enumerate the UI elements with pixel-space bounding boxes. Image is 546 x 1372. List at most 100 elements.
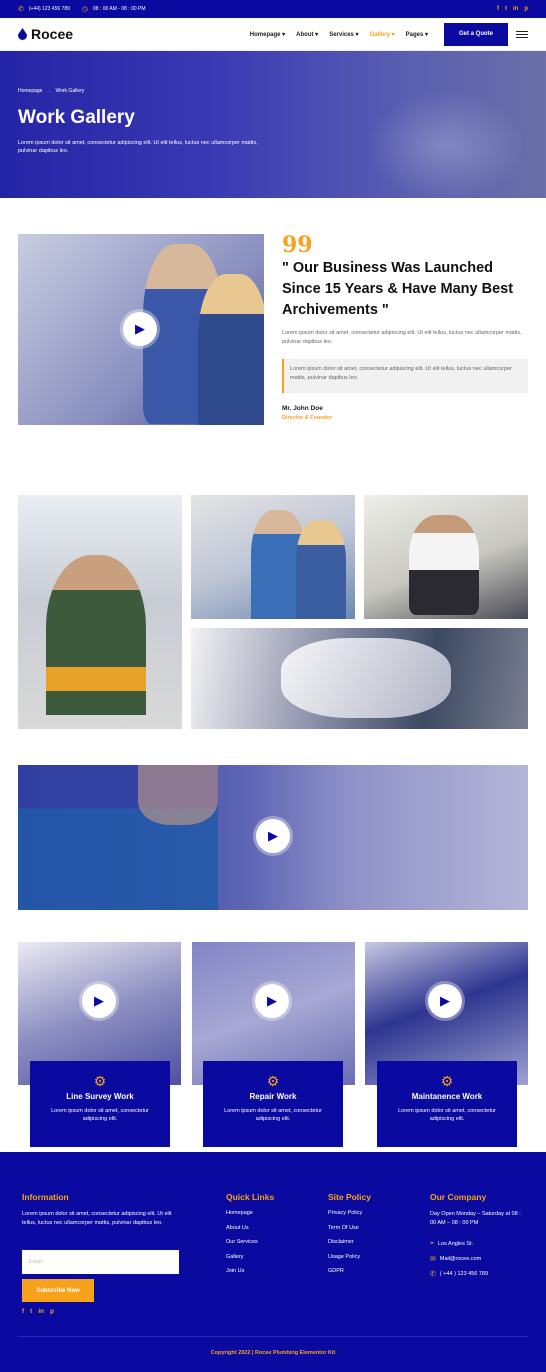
topbar-hours: ◷ 08 : 00 AM - 08 : 00 PM xyxy=(82,5,146,13)
play-icon[interactable]: ▶ xyxy=(82,984,116,1018)
footer-links-list: Homepage About Us Our Services Gallery J… xyxy=(226,1210,258,1283)
topbar-hours-text: 08 : 00 AM - 08 : 00 PM xyxy=(93,6,146,12)
twitter-icon[interactable]: t xyxy=(505,6,507,12)
wide-video-section: ▶ xyxy=(0,762,546,942)
pinterest-icon[interactable]: p xyxy=(50,1308,54,1315)
top-bar: ✆ (+44) 123 456 789 ◷ 08 : 00 AM - 08 : 00… xyxy=(0,0,546,18)
gallery-image-plumber-kneeling[interactable] xyxy=(364,495,528,619)
pinterest-icon[interactable]: p xyxy=(524,6,528,12)
service-title: Line Survey Work xyxy=(66,1092,134,1101)
footer-link[interactable]: Homepage xyxy=(226,1210,258,1216)
hero-description: Lorem ipsum dolor sit amet, consectetur … xyxy=(18,140,258,154)
linkedin-icon[interactable]: in xyxy=(38,1308,44,1315)
linkedin-icon[interactable]: in xyxy=(513,6,518,12)
play-icon[interactable]: ▶ xyxy=(428,984,462,1018)
gear-icon: ⚙ xyxy=(440,1073,454,1089)
footer-policy-link[interactable]: Privacy Policy xyxy=(328,1210,362,1216)
footer-company-hours: Day Open Monday – Saturday at 08 : 00 AM… xyxy=(430,1211,521,1226)
gallery-image-plumber-portrait[interactable] xyxy=(18,495,182,729)
nav-item-label: Gallery xyxy=(369,31,390,38)
footer-mail-text: Mail@rocee.com xyxy=(439,1256,482,1262)
about-description: Lorem ipsum dolor sit amet, consectetur … xyxy=(282,330,522,345)
footer-social: f t in p xyxy=(22,1308,54,1315)
gear-icon: ⚙ xyxy=(266,1073,280,1089)
service-text: Lorem ipsum dolor sit amet, consectetur … xyxy=(224,1108,322,1122)
service-text: Lorem ipsum dolor sit amet, consectetur … xyxy=(51,1108,149,1122)
quote-icon: 99 xyxy=(282,232,313,258)
play-icon[interactable]: ▶ xyxy=(123,312,157,346)
breadcrumb-home[interactable]: Homepage xyxy=(18,88,42,94)
page-hero: Homepage → Work Gallery Work Gallery Lor… xyxy=(0,51,546,198)
nav-item-services[interactable]: Services ▾ xyxy=(329,31,358,38)
nav-item-about[interactable]: About ▾ xyxy=(296,31,318,38)
email-field[interactable]: Email xyxy=(22,1250,179,1274)
footer-info-text: Lorem ipsum dolor sit amet, consectetur … xyxy=(22,1211,172,1226)
topbar-phone-text: (+44) 123 456 789 xyxy=(28,6,70,12)
about-video[interactable]: ▶ xyxy=(18,234,264,425)
footer-divider xyxy=(18,1336,528,1337)
breadcrumb: Homepage → Work Gallery xyxy=(18,88,84,94)
mail-icon: ✉ xyxy=(430,1256,436,1263)
topbar-social: f t in p xyxy=(497,6,528,12)
footer-link[interactable]: About Us xyxy=(226,1225,258,1231)
copyright-text: Copyright 2022 | Rocee Plumbing Elemento… xyxy=(210,1350,336,1356)
footer-policy-title: Site Policy xyxy=(328,1192,371,1202)
play-icon[interactable]: ▶ xyxy=(256,819,290,853)
nav-item-homepage[interactable]: Homepage ▾ xyxy=(250,31,285,38)
gallery-image-pipe-repair[interactable] xyxy=(191,628,528,729)
service-title: Repair Work xyxy=(249,1092,297,1101)
breadcrumb-current: Work Gallery xyxy=(55,88,85,94)
service-card-line-survey[interactable]: ⚙ Line Survey Work Lorem ipsum dolor sit… xyxy=(30,1061,170,1147)
facebook-icon[interactable]: f xyxy=(497,6,499,12)
main-nav: Rocee Homepage ▾ About ▾ Services ▾ Gall… xyxy=(0,18,546,51)
footer-info-title: Information xyxy=(22,1192,69,1202)
wide-video[interactable]: ▶ xyxy=(18,765,528,910)
footer-phone-text: ( +44 ) 123 456 789 xyxy=(439,1271,489,1277)
logo-text: Rocee xyxy=(31,26,74,42)
about-heading: " Our Business Was Launched Since 15 Yea… xyxy=(282,260,514,318)
nav-item-label: Pages xyxy=(405,31,424,38)
about-blockquote: Lorem ipsum dolor sit amet, consectetur … xyxy=(282,359,528,393)
facebook-icon[interactable]: f xyxy=(22,1308,24,1315)
footer-address-text: Los Angles St. xyxy=(437,1241,474,1247)
nav-item-pages[interactable]: Pages ▾ xyxy=(406,31,428,38)
arrow-right-icon: → xyxy=(46,88,52,94)
footer-mail[interactable]: ✉ Mail@rocee.com xyxy=(430,1255,481,1263)
footer-company-title: Our Company xyxy=(430,1192,487,1202)
get-quote-button[interactable]: Get a Quote xyxy=(444,22,508,46)
nav-menu: Homepage ▾ About ▾ Services ▾ Gallery ▾ … xyxy=(250,31,428,38)
author-role: Director & Founder xyxy=(282,415,333,421)
gallery-grid xyxy=(0,462,546,762)
footer-phone[interactable]: ✆( +44 ) 123 456 789 xyxy=(430,1270,488,1278)
phone-icon: ✆ xyxy=(430,1271,436,1278)
footer-link[interactable]: Our Services xyxy=(226,1239,258,1245)
footer-policy-link[interactable]: Disclaimer xyxy=(328,1239,362,1245)
subscribe-button[interactable]: Subscribe Now xyxy=(22,1279,94,1302)
service-title: Maintanence Work xyxy=(411,1092,483,1101)
water-drop-icon xyxy=(18,28,27,40)
about-section: ▶ 99 " Our Business Was Launched Since 1… xyxy=(0,198,546,462)
footer-policy-list: Privacy Policy Term Of Use Disclaimer Us… xyxy=(328,1210,362,1283)
footer-policy-link[interactable]: Usage Policy xyxy=(328,1254,362,1260)
clock-icon: ◷ xyxy=(81,6,88,13)
hamburger-menu-icon[interactable] xyxy=(516,30,528,38)
service-card-repair[interactable]: ⚙ Repair Work Lorem ipsum dolor sit amet… xyxy=(203,1061,343,1147)
nav-item-label: Services xyxy=(329,31,354,38)
service-text: Lorem ipsum dolor sit amet, consectetur … xyxy=(398,1108,496,1122)
topbar-phone[interactable]: ✆ (+44) 123 456 789 xyxy=(18,5,70,13)
nav-item-label: Homepage xyxy=(249,31,281,38)
play-icon[interactable]: ▶ xyxy=(255,984,289,1018)
footer-link[interactable]: Join Us xyxy=(226,1268,258,1274)
nav-item-gallery[interactable]: Gallery ▾ xyxy=(370,31,395,38)
services-section: ▶ ▶ ▶ ⚙ Line Survey Work Lorem ipsum dol… xyxy=(0,942,546,1183)
phone-icon: ✆ xyxy=(18,6,24,13)
logo[interactable]: Rocee xyxy=(18,26,73,42)
author-name: Mr. John Doe xyxy=(282,405,323,412)
footer-policy-link[interactable]: GDPR xyxy=(328,1268,362,1274)
footer-address: ⌖ Los Angles St. xyxy=(430,1240,473,1248)
twitter-icon[interactable]: t xyxy=(30,1308,32,1315)
footer-link[interactable]: Gallery xyxy=(226,1254,258,1260)
gallery-image-plumber-couple[interactable] xyxy=(191,495,355,619)
footer-policy-link[interactable]: Term Of Use xyxy=(328,1225,362,1231)
service-card-maintenance[interactable]: ⚙ Maintanence Work Lorem ipsum dolor sit… xyxy=(377,1061,517,1147)
